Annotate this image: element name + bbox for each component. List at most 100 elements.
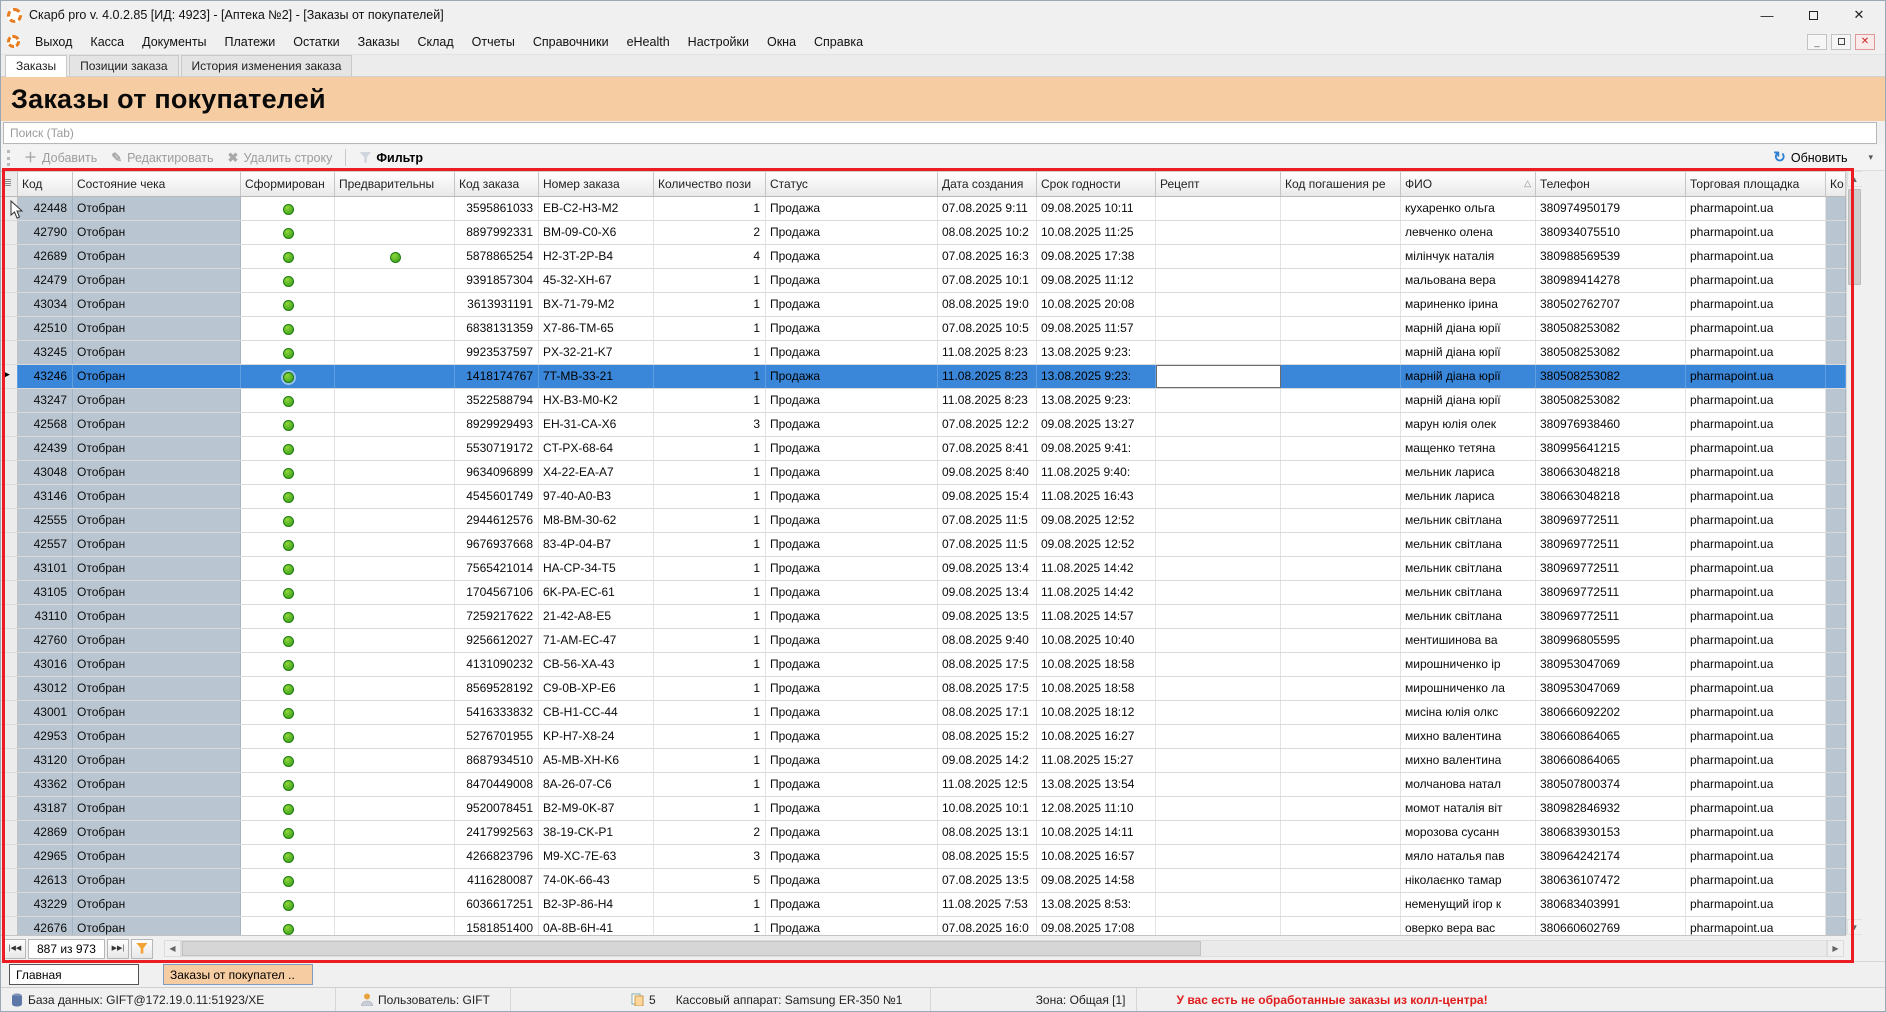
cell-phone[interactable]: 380660864065 bbox=[1536, 725, 1686, 748]
table-row[interactable]: 42479 Отобран 9391857304 45-32-XH-67 1 П… bbox=[1, 269, 1846, 293]
cell-ko[interactable] bbox=[1826, 749, 1846, 772]
cell-platform[interactable]: pharmapoint.ua bbox=[1686, 701, 1826, 724]
cell-ko[interactable] bbox=[1826, 653, 1846, 676]
table-row[interactable]: 42568 Отобран 8929929493 EH-31-CA-X6 3 П… bbox=[1, 413, 1846, 437]
cell-recipe[interactable] bbox=[1156, 293, 1281, 316]
cell-status[interactable]: Продажа bbox=[766, 557, 938, 580]
cell-ko[interactable] bbox=[1826, 245, 1846, 268]
cell-redeem-code[interactable] bbox=[1281, 389, 1401, 412]
cell-recipe[interactable] bbox=[1156, 581, 1281, 604]
cell-order-code[interactable]: 1581851400 bbox=[455, 917, 539, 935]
cell-formed-dot[interactable] bbox=[241, 485, 335, 508]
cell-formed-dot[interactable] bbox=[241, 701, 335, 724]
cell-expiry-date[interactable]: 10.08.2025 14:11 bbox=[1037, 821, 1156, 844]
cell-redeem-code[interactable] bbox=[1281, 509, 1401, 532]
cell-redeem-code[interactable] bbox=[1281, 365, 1401, 388]
cell-redeem-code[interactable] bbox=[1281, 653, 1401, 676]
table-row[interactable]: 42790 Отобран 8897992331 BM-09-C0-X6 2 П… bbox=[1, 221, 1846, 245]
grid-column-header[interactable]: Срок годности △ bbox=[1037, 172, 1156, 196]
cell-platform[interactable]: pharmapoint.ua bbox=[1686, 317, 1826, 340]
cell-status[interactable]: Продажа bbox=[766, 197, 938, 220]
cell-ko[interactable] bbox=[1826, 317, 1846, 340]
cell-order-number[interactable]: 6K-PA-EC-61 bbox=[539, 581, 654, 604]
cell-code[interactable]: 43016 bbox=[18, 653, 73, 676]
cell-formed-dot[interactable] bbox=[241, 245, 335, 268]
cell-preliminary-dot[interactable] bbox=[335, 797, 455, 820]
cell-created-date[interactable]: 07.08.2025 8:41 bbox=[938, 437, 1037, 460]
cell-quantity[interactable]: 1 bbox=[654, 197, 766, 220]
last-record-button[interactable]: ▶▶| bbox=[107, 939, 129, 959]
cell-created-date[interactable]: 08.08.2025 17:5 bbox=[938, 677, 1037, 700]
cell-phone[interactable]: 380502762707 bbox=[1536, 293, 1686, 316]
cell-quantity[interactable]: 1 bbox=[654, 509, 766, 532]
cell-recipe[interactable] bbox=[1156, 605, 1281, 628]
cell-preliminary-dot[interactable] bbox=[335, 461, 455, 484]
cell-status[interactable]: Продажа bbox=[766, 389, 938, 412]
cell-check-state[interactable]: Отобран bbox=[73, 389, 241, 412]
cell-expiry-date[interactable]: 11.08.2025 14:42 bbox=[1037, 581, 1156, 604]
cell-quantity[interactable]: 1 bbox=[654, 365, 766, 388]
table-row[interactable]: 43229 Отобран 6036617251 B2-3P-86-H4 1 П… bbox=[1, 893, 1846, 917]
cell-preliminary-dot[interactable] bbox=[335, 413, 455, 436]
cell-platform[interactable]: pharmapoint.ua bbox=[1686, 725, 1826, 748]
cell-code[interactable]: 43120 bbox=[18, 749, 73, 772]
cell-phone[interactable]: 380969772511 bbox=[1536, 605, 1686, 628]
cell-formed-dot[interactable] bbox=[241, 317, 335, 340]
cell-code[interactable]: 42869 bbox=[18, 821, 73, 844]
cell-fio[interactable]: мальована вера bbox=[1401, 269, 1536, 292]
cell-order-number[interactable]: B2-M9-0K-87 bbox=[539, 797, 654, 820]
menu-item[interactable]: Отчеты bbox=[463, 32, 524, 52]
cell-phone[interactable]: 380507800374 bbox=[1536, 773, 1686, 796]
cell-platform[interactable]: pharmapoint.ua bbox=[1686, 677, 1826, 700]
cell-ko[interactable] bbox=[1826, 581, 1846, 604]
cell-phone[interactable]: 380982846932 bbox=[1536, 797, 1686, 820]
cell-formed-dot[interactable] bbox=[241, 653, 335, 676]
cell-code[interactable]: 43105 bbox=[18, 581, 73, 604]
cell-formed-dot[interactable] bbox=[241, 269, 335, 292]
cell-order-number[interactable]: KP-H7-X8-24 bbox=[539, 725, 654, 748]
cell-code[interactable]: 42557 bbox=[18, 533, 73, 556]
cell-preliminary-dot[interactable] bbox=[335, 221, 455, 244]
table-row[interactable]: 43034 Отобран 3613931191 BX-71-79-M2 1 П… bbox=[1, 293, 1846, 317]
cell-recipe[interactable] bbox=[1156, 677, 1281, 700]
cell-created-date[interactable]: 11.08.2025 12:5 bbox=[938, 773, 1037, 796]
cell-code[interactable]: 43247 bbox=[18, 389, 73, 412]
cell-recipe[interactable] bbox=[1156, 437, 1281, 460]
row-indicator[interactable] bbox=[1, 605, 18, 628]
cell-order-code[interactable]: 3522588794 bbox=[455, 389, 539, 412]
cell-expiry-date[interactable]: 09.08.2025 10:11 bbox=[1037, 197, 1156, 220]
cell-expiry-date[interactable]: 13.08.2025 9:23: bbox=[1037, 389, 1156, 412]
cell-formed-dot[interactable] bbox=[241, 533, 335, 556]
filter-button[interactable]: Фильтр bbox=[352, 149, 430, 167]
cell-expiry-date[interactable]: 09.08.2025 14:58 bbox=[1037, 869, 1156, 892]
cell-check-state[interactable]: Отобран bbox=[73, 197, 241, 220]
cell-preliminary-dot[interactable] bbox=[335, 269, 455, 292]
cell-code[interactable]: 42439 bbox=[18, 437, 73, 460]
cell-platform[interactable]: pharmapoint.ua bbox=[1686, 893, 1826, 916]
cell-recipe[interactable] bbox=[1156, 485, 1281, 508]
cell-phone[interactable]: 380976938460 bbox=[1536, 413, 1686, 436]
cell-platform[interactable]: pharmapoint.ua bbox=[1686, 869, 1826, 892]
cell-code[interactable]: 43012 bbox=[18, 677, 73, 700]
cell-quantity[interactable]: 1 bbox=[654, 581, 766, 604]
cell-quantity[interactable]: 4 bbox=[654, 245, 766, 268]
table-row[interactable]: 43146 Отобран 4545601749 97-40-A0-B3 1 П… bbox=[1, 485, 1846, 509]
cell-expiry-date[interactable]: 10.08.2025 18:12 bbox=[1037, 701, 1156, 724]
cell-code[interactable]: 42689 bbox=[18, 245, 73, 268]
cell-platform[interactable]: pharmapoint.ua bbox=[1686, 341, 1826, 364]
table-row[interactable]: 43016 Отобран 4131090232 CB-56-XA-43 1 П… bbox=[1, 653, 1846, 677]
cell-preliminary-dot[interactable] bbox=[335, 701, 455, 724]
cell-created-date[interactable]: 11.08.2025 8:23 bbox=[938, 365, 1037, 388]
cell-ko[interactable] bbox=[1826, 605, 1846, 628]
cell-fio[interactable]: мирошниченко ір bbox=[1401, 653, 1536, 676]
cell-formed-dot[interactable] bbox=[241, 413, 335, 436]
cell-check-state[interactable]: Отобран bbox=[73, 317, 241, 340]
cell-formed-dot[interactable] bbox=[241, 197, 335, 220]
table-row[interactable]: 42439 Отобран 5530719172 CT-PX-68-64 1 П… bbox=[1, 437, 1846, 461]
row-indicator[interactable] bbox=[1, 365, 18, 388]
table-row[interactable]: 43101 Отобран 7565421014 HA-CP-34-T5 1 П… bbox=[1, 557, 1846, 581]
cell-recipe[interactable] bbox=[1156, 269, 1281, 292]
cell-status[interactable]: Продажа bbox=[766, 509, 938, 532]
cell-formed-dot[interactable] bbox=[241, 917, 335, 935]
grid-column-header[interactable]: Предварительны △ bbox=[335, 172, 455, 196]
